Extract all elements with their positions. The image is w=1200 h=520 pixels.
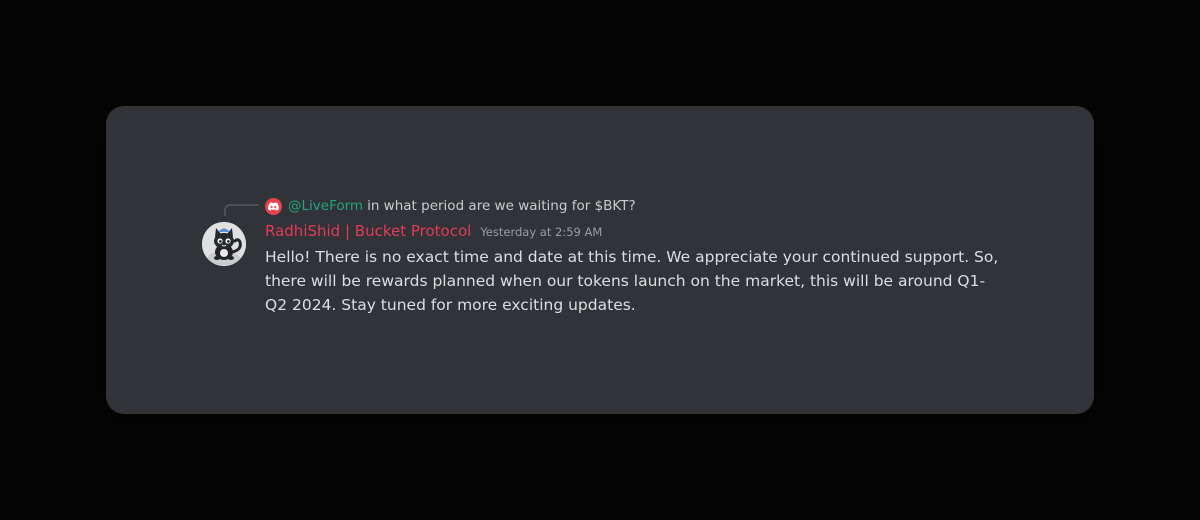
author-avatar[interactable]: [202, 222, 246, 266]
reply-preview[interactable]: @LiveForm in what period are we waiting …: [265, 196, 636, 216]
message-header: RadhiShid | Bucket Protocol Yesterday at…: [265, 222, 602, 244]
cat-character-avatar: [202, 222, 246, 266]
message-timestamp[interactable]: Yesterday at 2:59 AM: [480, 225, 602, 239]
message-content: Hello! There is no exact time and date a…: [265, 248, 999, 314]
author-username[interactable]: RadhiShid | Bucket Protocol: [265, 222, 471, 240]
message-card: @LiveForm in what period are we waiting …: [106, 106, 1094, 414]
discord-logo-icon: [265, 197, 282, 215]
reply-mention[interactable]: @LiveForm: [288, 198, 363, 214]
reply-connector-line: [224, 204, 259, 216]
reply-text[interactable]: in what period are we waiting for $BKT?: [367, 198, 636, 214]
